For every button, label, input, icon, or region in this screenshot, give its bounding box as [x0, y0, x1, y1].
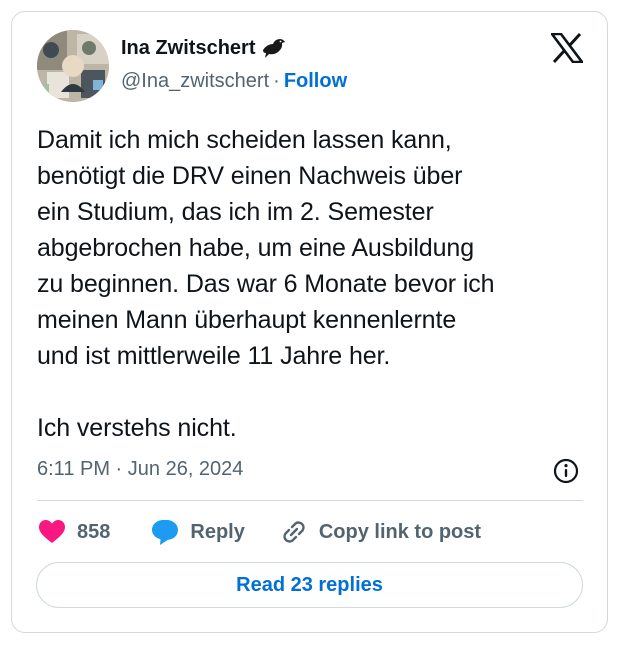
tweet-timestamp[interactable]: 6:11 PM · Jun 26, 2024	[37, 458, 243, 481]
heart-icon	[37, 517, 67, 547]
author-handle[interactable]: @Ina_zwitschert	[121, 70, 269, 92]
copy-link-button[interactable]: Copy link to post	[279, 517, 481, 547]
read-replies-button[interactable]: Read 23 replies	[36, 562, 583, 608]
tweet-text: Damit ich mich scheiden lassen kann, ben…	[37, 126, 495, 442]
avatar[interactable]	[37, 30, 109, 102]
reply-label: Reply	[190, 520, 245, 543]
action-bar: 858 Reply Copy link to post	[37, 514, 481, 550]
black-bird-icon	[261, 36, 287, 60]
separator-dot: ·	[273, 70, 280, 92]
like-button[interactable]: 858	[37, 517, 110, 547]
reply-bubble-icon	[150, 517, 180, 547]
x-logo-icon[interactable]	[549, 32, 585, 64]
author-name[interactable]: Ina Zwitschert	[121, 36, 287, 60]
follow-button[interactable]: Follow	[284, 70, 347, 92]
author-handle-line: @Ina_zwitschert · Follow	[121, 70, 347, 93]
copy-link-label: Copy link to post	[318, 520, 482, 543]
info-icon[interactable]	[552, 457, 580, 485]
reply-button[interactable]: Reply	[150, 517, 245, 547]
author-display-name: Ina Zwitschert	[121, 36, 256, 59]
divider	[37, 500, 583, 501]
link-icon	[279, 517, 309, 547]
like-count: 858	[77, 520, 111, 543]
